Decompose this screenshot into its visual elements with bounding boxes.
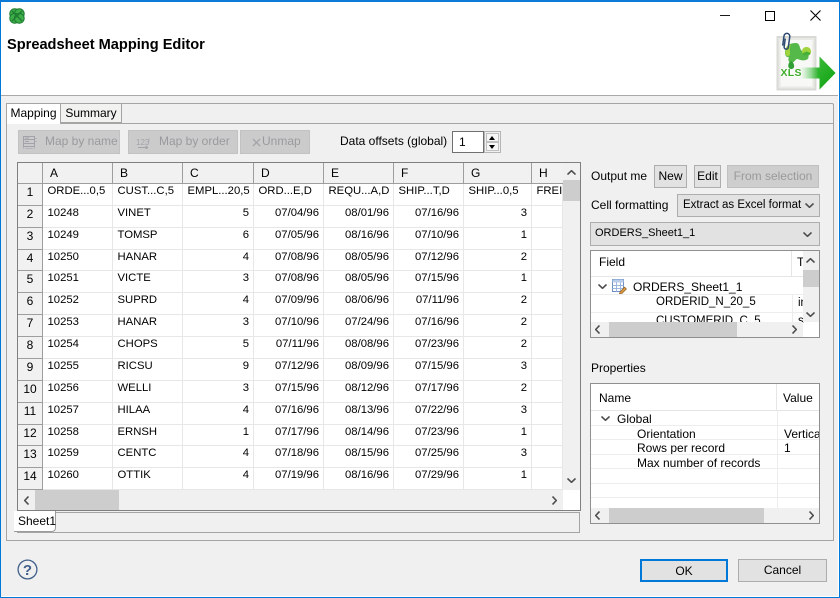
svg-text:?: ? (23, 562, 32, 579)
svg-text:123: 123 (136, 138, 150, 147)
